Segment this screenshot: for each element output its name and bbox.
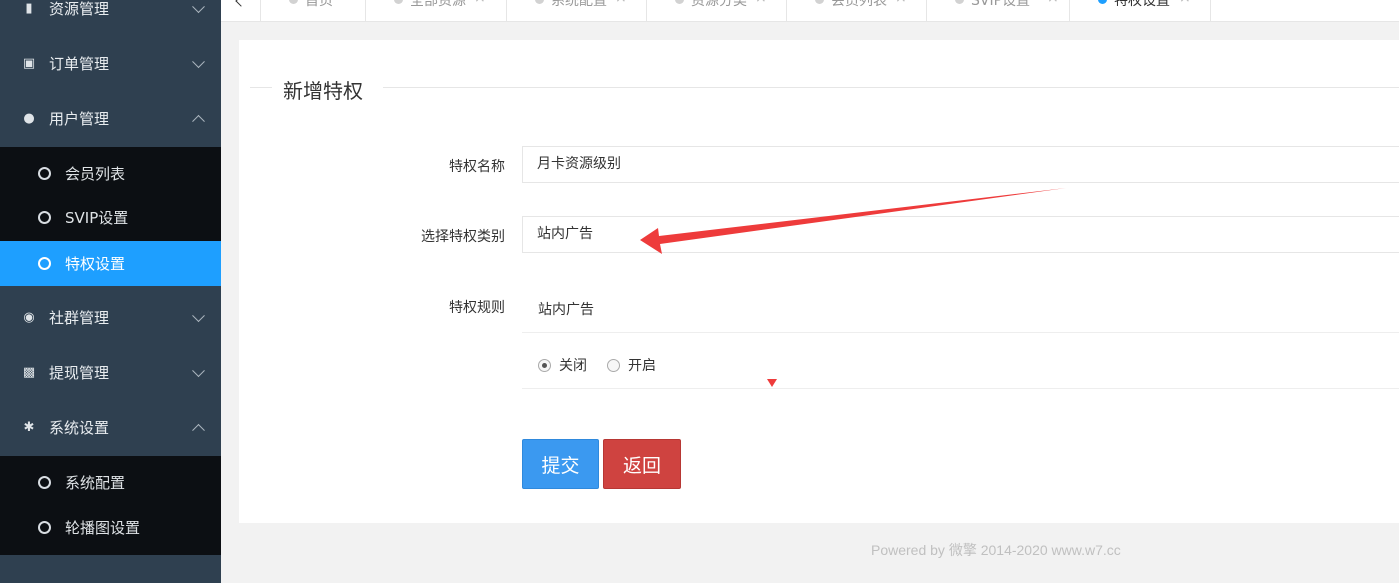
sidebar-menu-resources[interactable]: ▮ 资源管理 <box>0 0 221 36</box>
tab-system-config[interactable]: 系统配置 × <box>507 0 647 21</box>
legend-divider <box>383 87 1399 88</box>
tab-label: 特权设置 <box>1114 0 1170 9</box>
sidebar-menu-community[interactable]: ◉ 社群管理 <box>0 290 221 345</box>
chevron-up-icon <box>192 423 205 437</box>
comments-icon: ◉ <box>23 310 35 325</box>
privilege-name-label: 特权名称 <box>449 159 505 175</box>
footer-text: Powered by 微擎 2014-2020 www.w7.cc <box>871 542 1121 558</box>
privilege-type-select[interactable]: 站内广告 <box>522 216 1399 253</box>
users-icon: ● <box>23 111 35 126</box>
dot-icon <box>289 0 298 4</box>
sidebar-item-member-list[interactable]: 会员列表 <box>0 151 221 196</box>
chevron-up-icon <box>192 114 205 128</box>
tab-label: 资源分类 <box>691 0 747 9</box>
radio-label: 关闭 <box>559 358 587 374</box>
legend-divider <box>250 87 272 88</box>
sidebar-menu-label: 订单管理 <box>49 55 110 73</box>
dot-icon <box>1098 0 1107 4</box>
gear-icon: ✱ <box>23 420 35 435</box>
sidebar-item-label: 系统配置 <box>65 474 126 492</box>
radio-off[interactable]: 关闭 <box>538 355 587 375</box>
circle-icon <box>38 521 51 534</box>
sidebar-submenu-system: 系统配置 轮播图设置 <box>0 456 221 555</box>
sidebar-menu-withdraw[interactable]: ▩ 提现管理 <box>0 345 221 400</box>
back-button[interactable]: 返回 <box>603 439 681 489</box>
sidebar-menu-label: 社群管理 <box>49 309 110 327</box>
tab-label: SVIP设置 <box>971 0 1031 9</box>
submit-button[interactable]: 提交 <box>522 439 599 489</box>
tab-privilege-settings[interactable]: 特权设置 × <box>1070 0 1211 21</box>
privilege-rule-panel: 站内广告 关闭 开启 <box>522 290 1399 389</box>
money-icon: ▩ <box>22 365 36 380</box>
radio-checked-icon[interactable] <box>538 358 551 372</box>
dot-icon <box>535 0 544 4</box>
tab-label: 首页 <box>305 0 333 9</box>
privilege-rule-label: 特权规则 <box>449 300 505 316</box>
sidebar-menu-label: 系统设置 <box>49 419 110 437</box>
sidebar-menu-label: 资源管理 <box>49 0 110 18</box>
cart-icon: ▣ <box>22 56 36 71</box>
dot-icon <box>394 0 403 4</box>
sidebar: ▮ 资源管理 ▣ 订单管理 ● 用户管理 会员列表 SVIP设置 特权设置 ◉ … <box>0 0 221 583</box>
sidebar-menu-label: 用户管理 <box>49 110 110 128</box>
chevron-down-icon <box>192 308 205 322</box>
form-card <box>239 40 1399 523</box>
sidebar-menu-label: 提现管理 <box>49 364 110 382</box>
tab-all-resources[interactable]: 全部资源 × <box>366 0 507 21</box>
sidebar-item-label: 特权设置 <box>65 255 126 273</box>
radio-unchecked-icon[interactable] <box>607 358 620 372</box>
privilege-type-label: 选择特权类别 <box>421 229 505 245</box>
sidebar-item-label: 会员列表 <box>65 165 126 183</box>
close-icon[interactable]: × <box>1179 0 1191 6</box>
book-icon: ▮ <box>25 1 33 16</box>
close-icon[interactable]: × <box>1047 0 1059 6</box>
privilege-name-input[interactable]: 月卡资源级别 <box>522 146 1399 183</box>
circle-icon <box>38 167 51 180</box>
dot-icon <box>815 0 824 4</box>
rule-title: 站内广告 <box>522 290 1399 333</box>
tab-label: 会员列表 <box>831 0 887 9</box>
sidebar-item-system-config[interactable]: 系统配置 <box>0 460 221 505</box>
chevron-left-icon <box>235 0 247 7</box>
sidebar-item-carousel-settings[interactable]: 轮播图设置 <box>0 505 221 550</box>
close-icon[interactable]: × <box>615 0 627 6</box>
chevron-down-icon <box>192 363 205 377</box>
tab-home[interactable]: 首页 <box>261 0 366 21</box>
chevron-down-icon <box>192 0 205 13</box>
tab-bar: 首页 全部资源 × 系统配置 × 资源分类 × 会员列表 × SVIP设置 × … <box>221 0 1399 22</box>
tab-scroll-left-button[interactable] <box>221 0 261 21</box>
close-icon[interactable]: × <box>474 0 486 6</box>
sidebar-menu-orders[interactable]: ▣ 订单管理 <box>0 36 221 91</box>
sidebar-item-privilege-settings[interactable]: 特权设置 <box>0 241 221 286</box>
tab-svip-settings[interactable]: SVIP设置 × <box>927 0 1070 21</box>
dot-icon <box>675 0 684 4</box>
rule-options: 关闭 开启 <box>522 334 1399 389</box>
sidebar-item-svip-settings[interactable]: SVIP设置 <box>0 195 221 240</box>
sidebar-menu-users[interactable]: ● 用户管理 <box>0 91 221 146</box>
dot-icon <box>955 0 964 4</box>
tab-label: 全部资源 <box>410 0 466 9</box>
sidebar-menu-system[interactable]: ✱ 系统设置 <box>0 400 221 455</box>
chevron-down-icon <box>192 54 205 68</box>
radio-label: 开启 <box>628 358 656 374</box>
sidebar-item-label: SVIP设置 <box>65 209 129 227</box>
sidebar-submenu-users: 会员列表 SVIP设置 特权设置 <box>0 147 221 286</box>
sidebar-item-label: 轮播图设置 <box>65 519 141 537</box>
form-legend: 新增特权 <box>283 79 363 103</box>
close-icon[interactable]: × <box>895 0 907 6</box>
circle-icon <box>38 211 51 224</box>
tab-member-list[interactable]: 会员列表 × <box>787 0 927 21</box>
close-icon[interactable]: × <box>755 0 767 6</box>
radio-on[interactable]: 开启 <box>607 355 656 375</box>
circle-icon <box>38 476 51 489</box>
tab-label: 系统配置 <box>551 0 607 9</box>
circle-icon <box>38 257 51 270</box>
tab-resource-category[interactable]: 资源分类 × <box>647 0 787 21</box>
